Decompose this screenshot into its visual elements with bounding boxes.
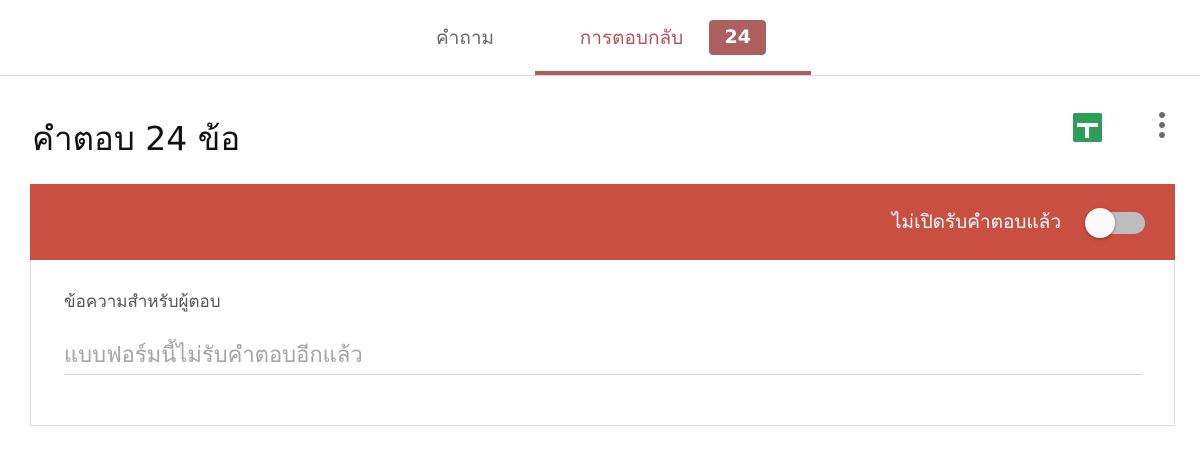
tab-responses-label: การตอบกลับ (579, 26, 684, 49)
more-vert-icon[interactable] (1150, 110, 1174, 142)
google-sheets-icon[interactable] (1073, 113, 1102, 142)
tab-responses[interactable]: การตอบกลับ 24 (535, 0, 811, 75)
accepting-responses-banner: ไม่เปิดรับคำตอบแล้ว (30, 184, 1175, 260)
tab-bar: คำถาม การตอบกลับ 24 (0, 0, 1200, 76)
respondent-message-label: ข้อความสำหรับผู้ตอบ (64, 292, 221, 312)
page-title: คำตอบ 24 ข้อ (32, 119, 241, 158)
tab-questions-label: คำถาม (435, 26, 495, 49)
respondent-message-input[interactable] (64, 336, 1142, 375)
active-tab-indicator (535, 71, 811, 75)
responses-count-badge: 24 (709, 20, 767, 55)
tab-questions[interactable]: คำถาม (400, 0, 530, 75)
accepting-responses-toggle[interactable] (1085, 208, 1145, 238)
accepting-responses-status: ไม่เปิดรับคำตอบแล้ว (892, 211, 1061, 233)
toggle-knob (1085, 208, 1115, 238)
